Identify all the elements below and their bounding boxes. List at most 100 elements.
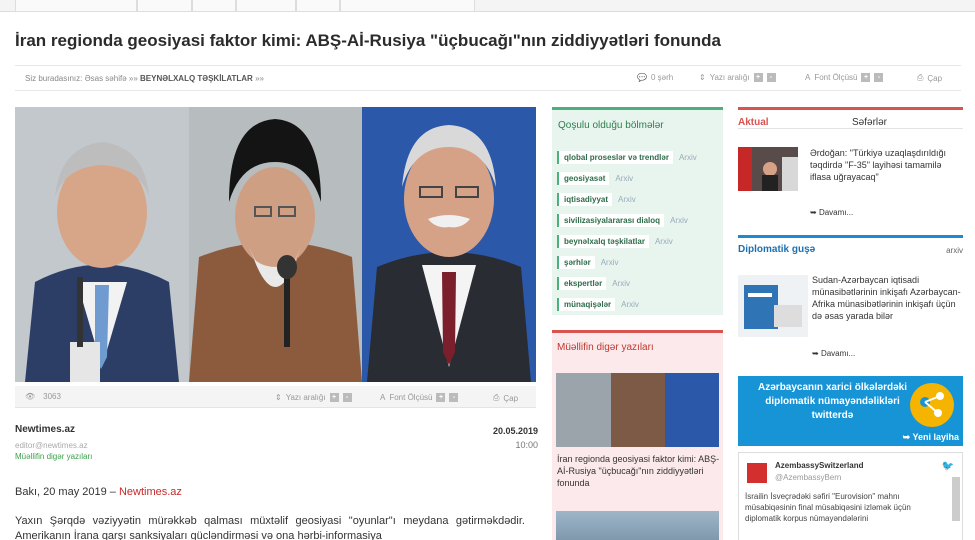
- sections-box: Qoşulu olduğu bölmələr qlobal proseslər …: [552, 107, 723, 315]
- print-icon: ⎙: [917, 73, 924, 82]
- portrait-left: [15, 107, 189, 382]
- section-tag[interactable]: geosiyasət: [557, 172, 610, 185]
- source-name[interactable]: Newtimes.az: [15, 424, 75, 435]
- nav-item[interactable]: [192, 0, 236, 11]
- nav-item[interactable]: [340, 0, 475, 11]
- new-project-label: Yeni layiha: [912, 432, 959, 442]
- news-thumbnail[interactable]: [738, 147, 798, 191]
- tweet-author-handle[interactable]: @AzembassyBern: [775, 473, 841, 482]
- font-size-icon: A: [805, 73, 811, 82]
- nav-item[interactable]: [15, 0, 137, 11]
- print-label: Çap: [927, 73, 943, 83]
- photo-panel-left: [15, 107, 189, 382]
- line-spacing-increase-button[interactable]: +: [753, 73, 763, 82]
- tweet-author-name[interactable]: AzembassySwitzerland: [775, 461, 863, 470]
- avatar[interactable]: [747, 463, 767, 483]
- publish-time: 10:00: [515, 440, 538, 450]
- section-tag[interactable]: münaqişələr: [557, 298, 616, 311]
- photo-panel-center: [189, 107, 362, 382]
- section-tag[interactable]: qlobal proseslər və trendlər: [557, 151, 673, 164]
- print-button[interactable]: ⎙ Çap: [493, 393, 518, 403]
- section-row: iqtisadiyyat Arxiv: [557, 192, 636, 207]
- section-row: şərhlər Arxiv: [557, 255, 618, 270]
- read-more-link[interactable]: ➥ Davamı...: [810, 208, 853, 217]
- source-email[interactable]: editor@newtimes.az: [15, 441, 88, 450]
- font-increase-button[interactable]: +: [436, 393, 446, 402]
- twitter-project-banner[interactable]: Azərbaycanın xarici ölkələrdəki diplomat…: [738, 376, 963, 446]
- tweet-scrollbar[interactable]: [952, 477, 960, 521]
- section-archive-link[interactable]: Arxiv: [618, 195, 636, 204]
- line-spacing-decrease-button[interactable]: -: [342, 393, 352, 402]
- section-archive-link[interactable]: Arxiv: [679, 153, 697, 162]
- book-image: [738, 275, 808, 337]
- font-size-label: Font Ölçüsü: [389, 393, 433, 402]
- font-size-control: A Font Ölçüsü + -: [380, 393, 459, 402]
- tab-aktual[interactable]: Aktual: [738, 117, 769, 128]
- section-archive-link[interactable]: Arxiv: [655, 237, 673, 246]
- related-article-thumbnail[interactable]: [556, 373, 719, 447]
- new-project-link[interactable]: ➥ Yeni layiha: [903, 432, 959, 443]
- author-other-articles-link[interactable]: Müəllifin digər yazıları: [15, 452, 92, 461]
- arrow-icon: ➥: [810, 208, 817, 217]
- section-archive-link[interactable]: Arxiv: [615, 174, 633, 183]
- font-increase-button[interactable]: +: [861, 73, 871, 82]
- section-tag[interactable]: sivilizasiyalararası dialoq: [557, 214, 665, 227]
- section-row: geosiyasət Arxiv: [557, 171, 633, 186]
- line-spacing-decrease-button[interactable]: -: [766, 73, 776, 82]
- diplomatic-archive-link[interactable]: arxiv: [946, 246, 963, 255]
- print-icon: ⎙: [493, 393, 500, 402]
- section-tag[interactable]: ekspertlər: [557, 277, 607, 290]
- article-photo: [15, 107, 536, 382]
- dateline-site-link[interactable]: Newtimes.az: [119, 486, 182, 498]
- print-button[interactable]: ⎙ Çap: [917, 73, 942, 83]
- section-row: qlobal proseslər və trendlər Arxiv: [557, 150, 697, 165]
- photo-panel-right: [362, 107, 536, 382]
- related-article-thumbnail[interactable]: [556, 511, 719, 540]
- breadcrumb-home-link[interactable]: Əsas səhifə: [85, 74, 127, 83]
- view-counter: 👁 3063: [25, 392, 61, 401]
- arrow-icon: ➥: [812, 349, 819, 358]
- section-archive-link[interactable]: Arxiv: [612, 279, 630, 288]
- banner-text: Azərbaycanın xarici ölkələrdəki diplomat…: [758, 382, 907, 421]
- nav-item[interactable]: [137, 0, 192, 11]
- line-spacing-label: Yazı aralığı: [285, 393, 326, 402]
- section-tag[interactable]: beynəlxalq təşkilatlar: [557, 235, 649, 248]
- nav-item[interactable]: [296, 0, 340, 11]
- news-tabs: Aktual Səfərlər: [738, 107, 963, 129]
- section-archive-link[interactable]: Arxiv: [601, 258, 619, 267]
- breadcrumb-prefix: Siz buradasınız:: [25, 74, 83, 83]
- view-count: 3063: [43, 392, 61, 401]
- font-decrease-button[interactable]: -: [874, 73, 884, 82]
- section-archive-link[interactable]: Arxiv: [621, 300, 639, 309]
- related-article-title[interactable]: İran regionda geosiyasi faktor kimi: ABŞ…: [557, 453, 722, 489]
- section-tag[interactable]: şərhlər: [557, 256, 595, 269]
- read-more-link[interactable]: ➥ Davamı...: [812, 349, 855, 358]
- breadcrumb-separator: »»: [128, 74, 138, 83]
- eye-icon: 👁: [25, 392, 36, 401]
- news-image: [738, 147, 798, 191]
- breadcrumb-section-link[interactable]: BEYNƏLXALQ TƏŞKİLATLAR: [140, 74, 253, 83]
- nav-item[interactable]: [236, 0, 296, 11]
- print-label: Çap: [503, 393, 519, 403]
- author-articles-box: Müəllifin digər yazıları İran regionda g…: [552, 330, 723, 540]
- dateline: Bakı, 20 may 2019 – Newtimes.az: [15, 486, 182, 498]
- news-headline[interactable]: Sudan-Azərbaycan iqtisadi münasibətlərin…: [812, 274, 962, 322]
- comments-link[interactable]: 💬 0 şərh: [637, 73, 673, 82]
- line-spacing-icon: ⇕: [699, 73, 706, 82]
- tab-seferler[interactable]: Səfərlər: [852, 117, 887, 128]
- arrow-icon: ➥: [902, 432, 911, 442]
- section-tag[interactable]: iqtisadiyyat: [557, 193, 613, 206]
- diplomatic-corner-title: Diplomatik guşə: [738, 244, 816, 255]
- news-thumbnail[interactable]: [738, 275, 808, 337]
- line-spacing-label: Yazı aralığı: [709, 73, 750, 82]
- twitter-widget: AzembassySwitzerland @AzembassyBern 🐦 İs…: [738, 452, 963, 540]
- author-articles-title: Müəllifin digər yazıları: [557, 342, 654, 353]
- page-title: İran regionda geosiyasi faktor kimi: ABŞ…: [15, 31, 722, 50]
- section-archive-link[interactable]: Arxiv: [670, 216, 688, 225]
- breadcrumb: Siz buradasınız: Əsas səhifə »» BEYNƏLXA…: [25, 74, 264, 83]
- tweet-text: İsrailin İsveçrədəki səfiri "Eurovision"…: [745, 492, 911, 523]
- font-size-label: Font Ölçüsü: [814, 73, 858, 82]
- line-spacing-increase-button[interactable]: +: [329, 393, 339, 402]
- font-decrease-button[interactable]: -: [449, 393, 459, 402]
- news-headline[interactable]: Ərdoğan: "Türkiyə uzaqlaşdırıldığı təqdi…: [810, 147, 960, 183]
